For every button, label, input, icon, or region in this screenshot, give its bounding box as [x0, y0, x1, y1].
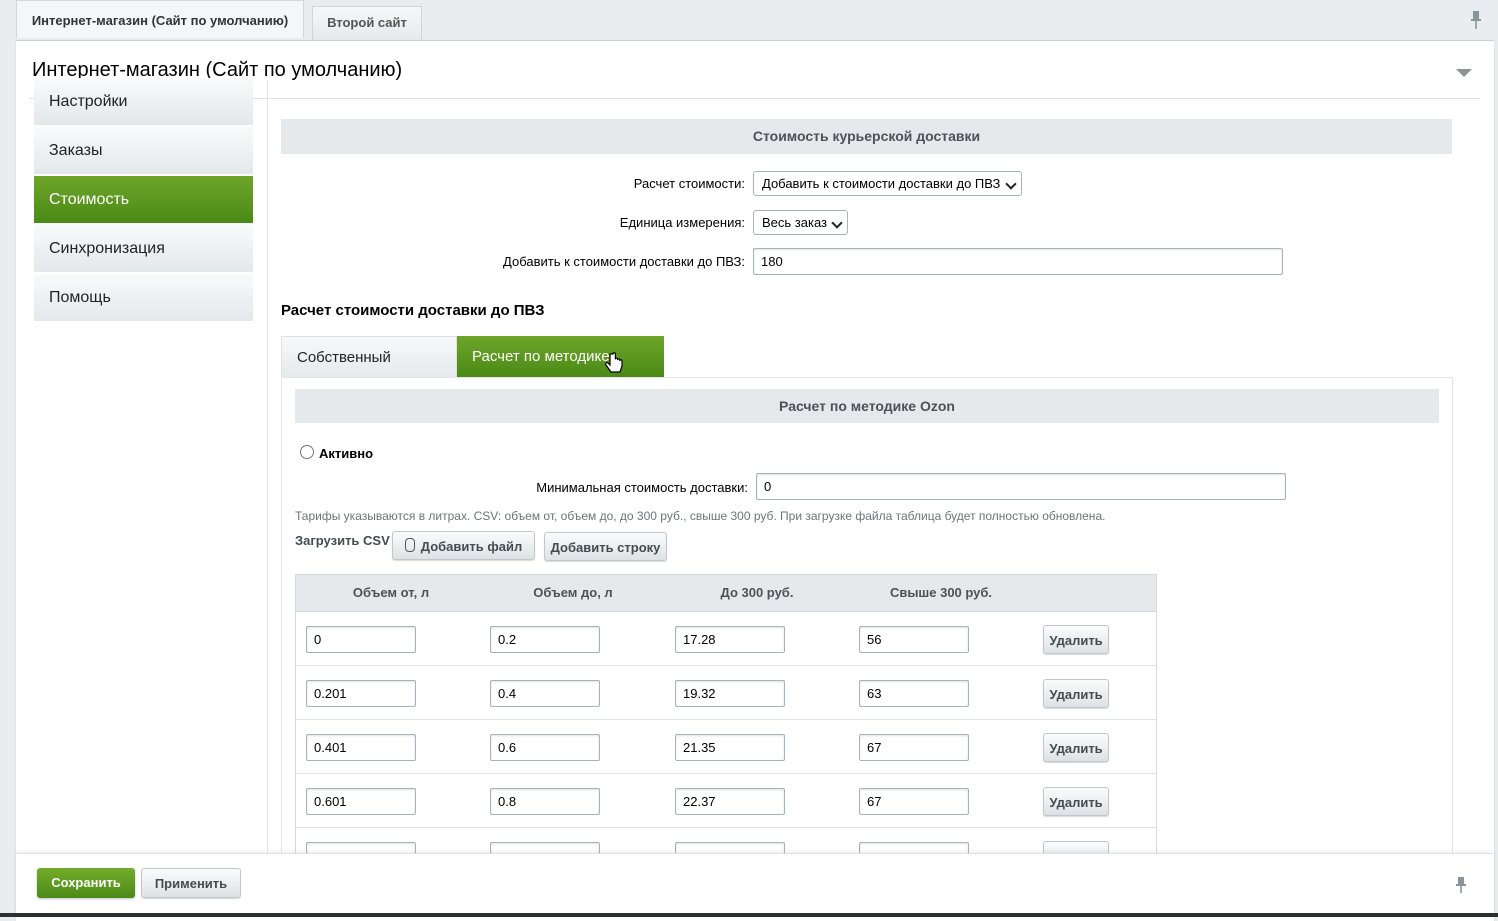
delete-row-button[interactable]: Удалить: [1043, 787, 1109, 816]
table-header: Объем от, л Объем до, л До 300 руб. Свыш…: [296, 575, 1156, 612]
col-volume-to: Объем до, л: [533, 585, 613, 600]
min-cost-label: Минимальная стоимость доставки:: [536, 480, 748, 495]
site-tab-second[interactable]: Второй сайт: [312, 6, 422, 40]
over-300-input[interactable]: 56: [859, 626, 969, 653]
csv-label: Загрузить CSV: [295, 533, 390, 548]
tariff-table: Объем от, л Объем до, л До 300 руб. Свыш…: [295, 574, 1157, 859]
taskbar-strip: [0, 913, 1498, 917]
tariff-note: Тарифы указываются в литрах. CSV: объем …: [295, 509, 1106, 523]
tab-ozon-calc[interactable]: Расчет по методике Ozon: [457, 336, 664, 406]
volume-to-input[interactable]: 0.8: [490, 788, 600, 815]
volume-from-input[interactable]: 0.601: [306, 788, 416, 815]
courier-section-header: Стоимость курьерской доставки: [281, 119, 1452, 154]
col-up-to-300: До 300 руб.: [720, 585, 794, 600]
unit-select[interactable]: Весь заказ: [753, 210, 848, 235]
table-row: 0 0.2 17.28 56 Удалить: [296, 612, 1156, 666]
pin-icon[interactable]: [1468, 10, 1484, 30]
volume-from-input[interactable]: 0.401: [306, 734, 416, 761]
col-volume-from: Объем от, л: [352, 585, 430, 600]
up-to-300-input[interactable]: 21.35: [675, 734, 785, 761]
add-file-label: Добавить файл: [420, 539, 523, 554]
delete-row-button[interactable]: Удалить: [1043, 679, 1109, 708]
add-file-button[interactable]: Добавить файл: [392, 531, 535, 560]
save-button[interactable]: Сохранить: [37, 868, 135, 898]
add-row-button[interactable]: Добавить строку: [544, 532, 667, 561]
sidebar-item-settings[interactable]: Настройки: [34, 78, 253, 126]
volume-from-input[interactable]: 0: [306, 626, 416, 653]
chevron-down-icon: [831, 217, 843, 229]
volume-to-input[interactable]: 0.6: [490, 734, 600, 761]
calc-label: Расчет стоимости:: [633, 176, 745, 191]
over-300-input[interactable]: 67: [859, 734, 969, 761]
tab-own-calc[interactable]: Собственный расчет: [281, 336, 457, 407]
unit-label: Единица измерения:: [619, 215, 745, 230]
volume-to-input[interactable]: 0.2: [490, 626, 600, 653]
chevron-down-icon: [1005, 178, 1017, 190]
active-radio[interactable]: [300, 445, 314, 459]
min-cost-input[interactable]: 0: [756, 473, 1286, 500]
table-row: 0.201 0.4 19.32 63 Удалить: [296, 666, 1156, 720]
delete-row-button[interactable]: Удалить: [1043, 733, 1109, 762]
sidebar-item-orders[interactable]: Заказы: [34, 127, 253, 175]
apply-button[interactable]: Применить: [141, 868, 241, 898]
site-tab-default[interactable]: Интернет-магазин (Сайт по умолчанию): [16, 0, 304, 38]
up-to-300-input[interactable]: 17.28: [675, 626, 785, 653]
divider: [267, 80, 268, 860]
sidebar: Настройки Заказы Стоимость Синхронизация…: [34, 78, 253, 323]
over-300-input[interactable]: 63: [859, 680, 969, 707]
up-to-300-input[interactable]: 22.37: [675, 788, 785, 815]
up-to-300-input[interactable]: 19.32: [675, 680, 785, 707]
volume-from-input[interactable]: 0.201: [306, 680, 416, 707]
hand-cursor-icon: [605, 352, 623, 373]
table-row: 0.401 0.6 21.35 67 Удалить: [296, 720, 1156, 774]
col-over-300: Свыше 300 руб.: [889, 585, 993, 600]
active-label: Активно: [319, 446, 374, 461]
add-cost-input[interactable]: 180: [753, 248, 1283, 275]
table-row: 0.601 0.8 22.37 67 Удалить: [296, 774, 1156, 828]
ozon-section-header: Расчет по методике Ozon: [295, 389, 1439, 423]
volume-to-input[interactable]: 0.4: [490, 680, 600, 707]
calc-select[interactable]: Добавить к стоимости доставки до ПВЗ: [753, 171, 1022, 196]
sidebar-item-cost[interactable]: Стоимость: [34, 176, 253, 224]
add-cost-label: Добавить к стоимости доставки до ПВЗ:: [503, 254, 745, 269]
over-300-input[interactable]: 67: [859, 788, 969, 815]
sidebar-item-sync[interactable]: Синхронизация: [34, 225, 253, 273]
delete-row-button[interactable]: Удалить: [1043, 625, 1109, 654]
pin-icon[interactable]: [1454, 876, 1468, 894]
chevron-down-icon[interactable]: [1456, 69, 1472, 77]
unit-select-value: Весь заказ: [762, 215, 827, 230]
footer-bar: Сохранить Применить: [16, 853, 1494, 914]
paperclip-icon: [404, 538, 415, 552]
calc-select-value: Добавить к стоимости доставки до ПВЗ: [762, 176, 1001, 191]
pvz-section-title: Расчет стоимости доставки до ПВЗ: [281, 302, 545, 319]
sidebar-item-help[interactable]: Помощь: [34, 274, 253, 322]
